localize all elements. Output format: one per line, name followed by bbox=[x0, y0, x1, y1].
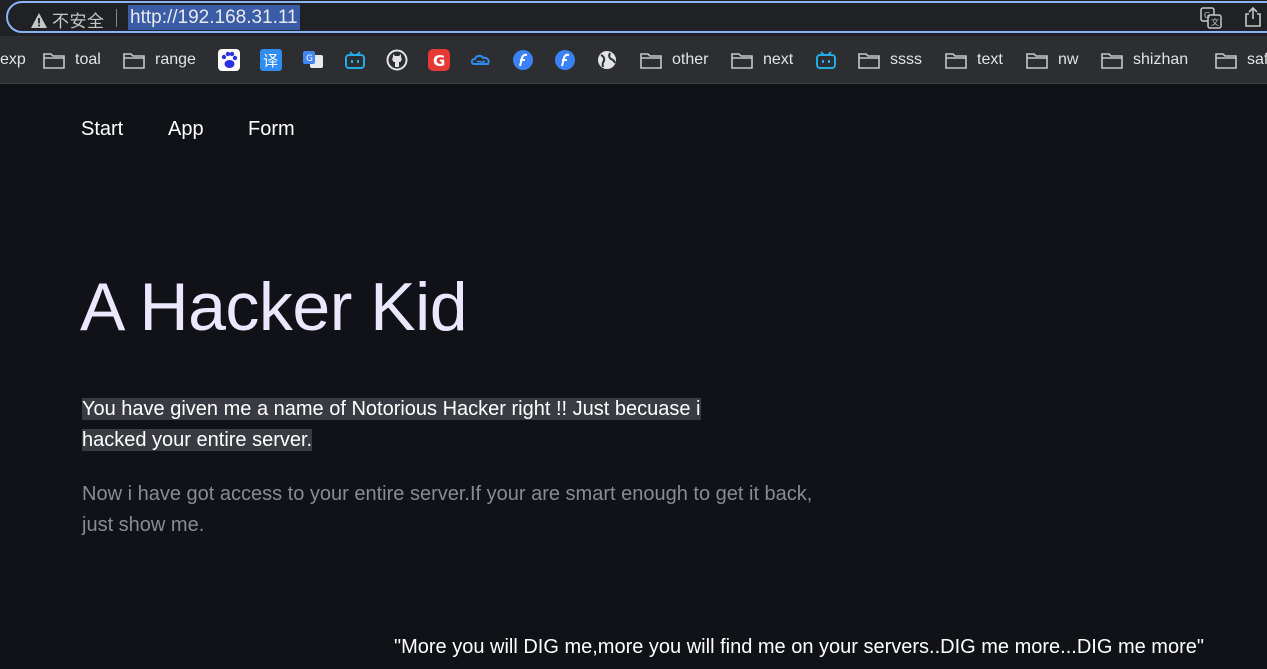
bookmark-label: toal bbox=[75, 50, 101, 68]
bookmark-bilibili-2[interactable] bbox=[815, 36, 837, 83]
svg-text:G: G bbox=[306, 54, 313, 64]
bookmark-blue-f-2[interactable] bbox=[554, 36, 576, 83]
bookmark-blue-f-1[interactable] bbox=[512, 36, 534, 83]
address-divider bbox=[116, 9, 117, 27]
red-g-icon: G bbox=[428, 48, 450, 71]
bookmark-label: shizhan bbox=[1133, 50, 1189, 68]
folder-icon bbox=[858, 52, 880, 69]
bookmark-label: next bbox=[763, 50, 794, 68]
cloud-icon bbox=[470, 54, 490, 65]
blue-f-icon bbox=[555, 49, 575, 70]
nav-form-link[interactable]: Form bbox=[248, 118, 295, 141]
bookmarks-bar: exp toal range 译 G G other next ssss tex… bbox=[0, 36, 1267, 84]
bookmark-label: ssss bbox=[890, 50, 922, 68]
bookmark-label: nw bbox=[1058, 50, 1079, 68]
baidu-paw-icon bbox=[218, 48, 240, 71]
svg-text:译: 译 bbox=[263, 52, 278, 70]
translate-page-icon[interactable]: G 文 bbox=[1200, 7, 1222, 29]
bookmark-folder-range[interactable]: range bbox=[123, 36, 196, 83]
lead-text: You have given me a name of Notorious Ha… bbox=[82, 398, 701, 451]
bookmark-label: text bbox=[977, 50, 1003, 68]
bookmark-label: exp bbox=[0, 50, 26, 68]
bookmark-folder-saf[interactable]: saf bbox=[1215, 36, 1267, 83]
bookmark-folder-nw[interactable]: nw bbox=[1026, 36, 1078, 83]
svg-text:G: G bbox=[433, 52, 445, 70]
nav-start-link[interactable]: Start bbox=[81, 118, 123, 141]
folder-icon bbox=[43, 52, 65, 69]
bookmark-red-g[interactable]: G bbox=[428, 36, 450, 83]
body-paragraph: Now i have got access to your entire ser… bbox=[82, 483, 813, 536]
translate-yi-icon: 译 bbox=[260, 48, 282, 71]
folder-icon bbox=[1101, 52, 1123, 69]
bookmark-baidu[interactable] bbox=[218, 36, 240, 83]
browser-toolbar: 不安全 http://192.168.31.11 G 文 bbox=[0, 0, 1267, 36]
bookmark-folder-exp[interactable]: exp bbox=[0, 36, 26, 83]
globe-icon bbox=[598, 50, 616, 69]
folder-icon bbox=[945, 52, 967, 69]
folder-icon bbox=[1026, 52, 1048, 69]
bookmark-folder-shizhan[interactable]: shizhan bbox=[1101, 36, 1188, 83]
bookmark-folder-toal[interactable]: toal bbox=[43, 36, 101, 83]
svg-text:文: 文 bbox=[1211, 17, 1219, 27]
footer-quote: "More you will DIG me,more you will find… bbox=[394, 636, 1204, 658]
bookmark-folder-other[interactable]: other bbox=[640, 36, 708, 83]
github-icon bbox=[386, 49, 408, 70]
folder-icon bbox=[1215, 52, 1237, 69]
bookmark-bilibili[interactable] bbox=[344, 36, 366, 83]
lead-paragraph: You have given me a name of Notorious Ha… bbox=[82, 394, 762, 456]
folder-icon bbox=[640, 52, 662, 69]
bilibili-tv-icon bbox=[345, 50, 365, 69]
security-status-label[interactable]: 不安全 bbox=[52, 7, 105, 32]
bookmark-label: range bbox=[155, 50, 196, 68]
bookmark-folder-next[interactable]: next bbox=[731, 36, 793, 83]
url-input[interactable]: http://192.168.31.11 bbox=[128, 5, 300, 30]
bookmark-cloud[interactable] bbox=[470, 36, 492, 83]
nav-app-link[interactable]: App bbox=[168, 118, 204, 141]
page-title: A Hacker Kid bbox=[80, 269, 468, 345]
bookmark-globe[interactable] bbox=[596, 36, 618, 83]
folder-icon bbox=[123, 52, 145, 69]
svg-text:G: G bbox=[1204, 11, 1210, 20]
bookmark-google-translate[interactable]: G bbox=[302, 36, 324, 83]
share-icon[interactable] bbox=[1243, 6, 1263, 28]
blue-f-icon bbox=[513, 49, 533, 70]
bookmark-folder-text[interactable]: text bbox=[945, 36, 1003, 83]
bookmark-github[interactable] bbox=[386, 36, 408, 83]
bookmark-translate-yi[interactable]: 译 bbox=[260, 36, 282, 83]
bookmark-label: saf bbox=[1247, 50, 1267, 68]
bilibili-tv-icon bbox=[816, 50, 836, 69]
warning-icon[interactable] bbox=[30, 12, 48, 29]
google-translate-icon: G bbox=[303, 50, 323, 68]
folder-icon bbox=[731, 52, 753, 69]
bookmark-label: other bbox=[672, 50, 709, 68]
bookmark-folder-ssss[interactable]: ssss bbox=[858, 36, 922, 83]
